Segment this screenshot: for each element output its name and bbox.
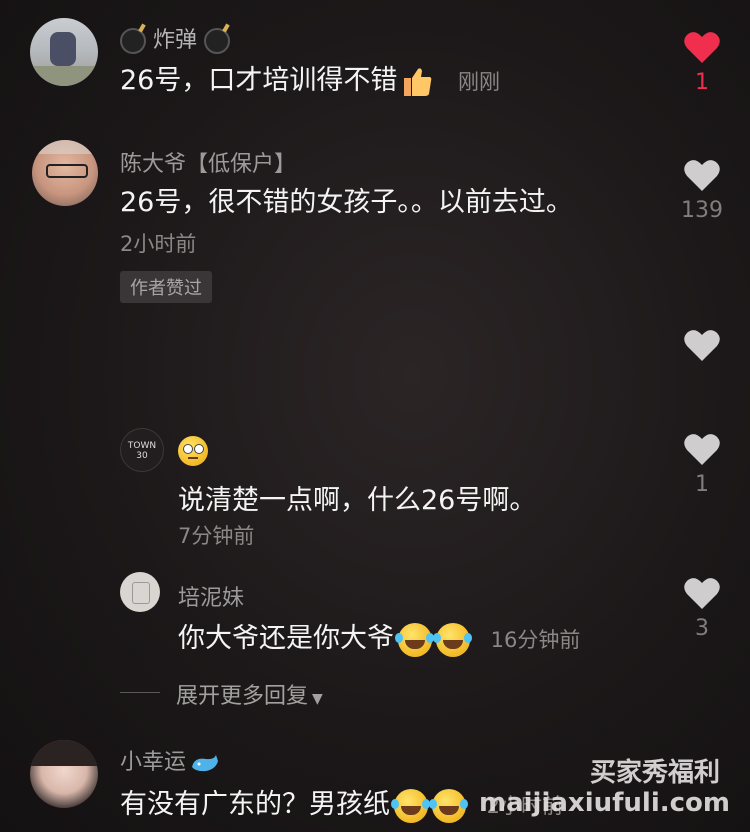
laughing-crying-emoji (429, 788, 466, 823)
heart-icon (684, 578, 720, 609)
like-button[interactable]: 3 (672, 576, 732, 641)
comment-time: 刚刚 (457, 70, 500, 94)
laughing-crying-emoji (391, 788, 428, 823)
heart-icon (684, 434, 720, 465)
divider (120, 692, 160, 693)
comment-author[interactable]: 炸弹 (120, 22, 231, 54)
avatar[interactable]: TOWN 30 (120, 428, 164, 472)
caret-down-icon: ▼ (312, 691, 323, 707)
heart-icon (684, 160, 720, 191)
like-button[interactable]: 1 (672, 30, 732, 95)
avatar[interactable] (30, 740, 98, 808)
avatar[interactable] (120, 572, 160, 612)
comment-text: 说清楚一点啊，什么26号啊。 (178, 485, 537, 516)
bomb-icon (120, 28, 146, 54)
like-count: 1 (695, 472, 709, 497)
comment-author[interactable]: 培泥妹 (178, 580, 244, 612)
avatar[interactable] (30, 18, 98, 86)
like-count: 1 (695, 70, 709, 95)
rolling-eyes-emoji (178, 436, 208, 466)
like-button[interactable]: 1 (672, 432, 732, 497)
comment-time: 16分钟前 (490, 628, 581, 652)
avatar[interactable] (32, 140, 98, 206)
laughing-crying-emoji (395, 622, 432, 657)
like-button[interactable]: 139 (672, 158, 732, 223)
heart-filled-icon (684, 32, 720, 63)
comment-author[interactable]: 陈大爷【低保户】 (120, 146, 296, 178)
watermark-line1: 买家秀福利 (589, 758, 720, 788)
comment-time: 2小时前 (120, 232, 197, 256)
comment-text: 你大爷还是你大爷 16分钟前 (178, 616, 580, 657)
comment-text: 26号，很不错的女孩子。。以前去过。 (120, 187, 573, 218)
like-count: 3 (695, 616, 709, 641)
heart-icon (684, 330, 720, 361)
author-liked-badge: 作者赞过 (120, 271, 212, 303)
comment-text: 26号，口才培训得不错 刚刚 (120, 65, 500, 96)
like-count: 139 (681, 198, 723, 223)
whale-icon (192, 755, 219, 772)
thumbs-up-icon (404, 67, 432, 96)
expand-replies-button[interactable]: 展开更多回复 ▼ (176, 678, 323, 710)
like-button[interactable] (672, 328, 732, 366)
bomb-icon (204, 28, 231, 54)
laughing-crying-emoji (433, 622, 470, 657)
avatar-badge-text: TOWN 30 (127, 441, 157, 461)
comment-time: 7分钟前 (178, 524, 255, 548)
watermark-line2: maijiaxiufuli.com (479, 788, 730, 818)
comment-author[interactable]: 小幸运 (120, 744, 220, 776)
